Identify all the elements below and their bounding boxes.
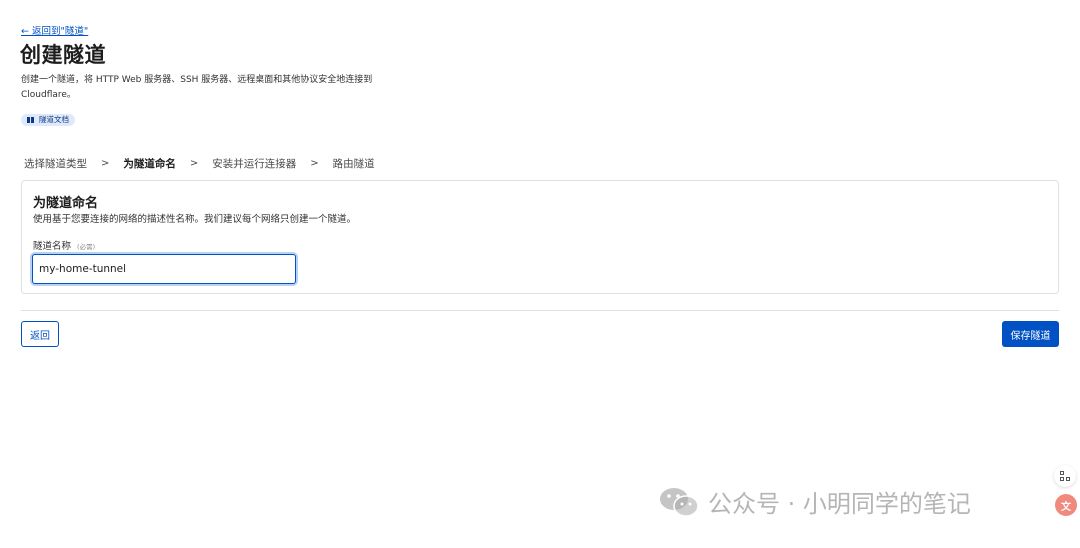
save-tunnel-button[interactable]: 保存隧道 [1002,321,1059,347]
apps-button[interactable] [1054,465,1076,487]
step-separator: > [189,158,199,169]
translate-button[interactable]: 文 [1055,494,1077,516]
page-description: 创建一个隧道，将 HTTP Web 服务器、SSH 服务器、远程桌面和其他协议安… [21,75,373,100]
page-title: 创建隧道 [20,43,106,67]
tunnel-docs-label: 隧道文档 [39,115,69,124]
step-route-tunnel[interactable]: 路由隧道 [333,156,375,171]
grid-icon [1059,470,1071,482]
tunnel-name-label-text: 隧道名称 [33,241,72,252]
card-description: 使用基于您要连接的网络的描述性名称。我们建议每个网络只创建一个隧道。 [33,214,357,225]
card-title: 为隧道命名 [33,196,99,211]
step-install-connector[interactable]: 安装并运行连接器 [212,156,296,171]
watermark-text: 公众号 · 小明同学的笔记 [708,490,971,518]
page: ← 返回到"隧道" 创建隧道 创建一个隧道，将 HTTP Web 服务器、SSH… [0,0,1080,548]
required-hint: (必需) [77,243,96,251]
name-tunnel-card: 为隧道命名 使用基于您要连接的网络的描述性名称。我们建议每个网络只创建一个隧道。… [21,180,1059,294]
wechat-icon [660,487,699,517]
back-to-tunnels-link[interactable]: ← 返回到"隧道" [21,23,88,37]
tunnel-docs-badge[interactable]: 隧道文档 [21,114,75,126]
book-icon [27,117,34,123]
tunnel-name-label: 隧道名称 (必需) [33,238,95,252]
tunnel-name-input[interactable] [32,254,296,284]
step-separator: > [310,158,319,169]
divider [21,310,1059,311]
translate-icon: 文 [1061,501,1071,513]
step-select-type[interactable]: 选择隧道类型 [24,156,87,171]
stepper: 选择隧道类型 > 为隧道命名 > 安装并运行连接器 > 路由隧道 [24,156,375,171]
step-name-tunnel[interactable]: 为隧道命名 [123,156,176,171]
step-separator: > [101,158,110,169]
watermark: 公众号 · 小明同学的笔记 [658,484,971,519]
back-button[interactable]: 返回 [21,321,59,347]
